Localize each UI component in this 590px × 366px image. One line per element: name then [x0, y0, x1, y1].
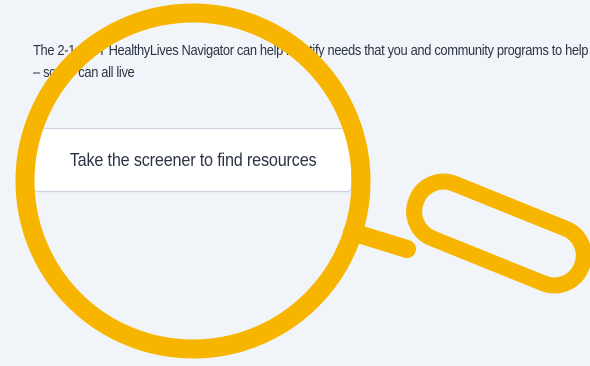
intro-paragraph: The 2-1-1 CT HealthyLives Navigator can … — [33, 42, 590, 81]
page-content: The 2-1-1 CT HealthyLives Navigator can … — [33, 40, 590, 366]
take-screener-button[interactable]: Take the screener to find resources — [33, 128, 352, 192]
take-screener-button-label: Take the screener to find resources — [70, 149, 317, 170]
